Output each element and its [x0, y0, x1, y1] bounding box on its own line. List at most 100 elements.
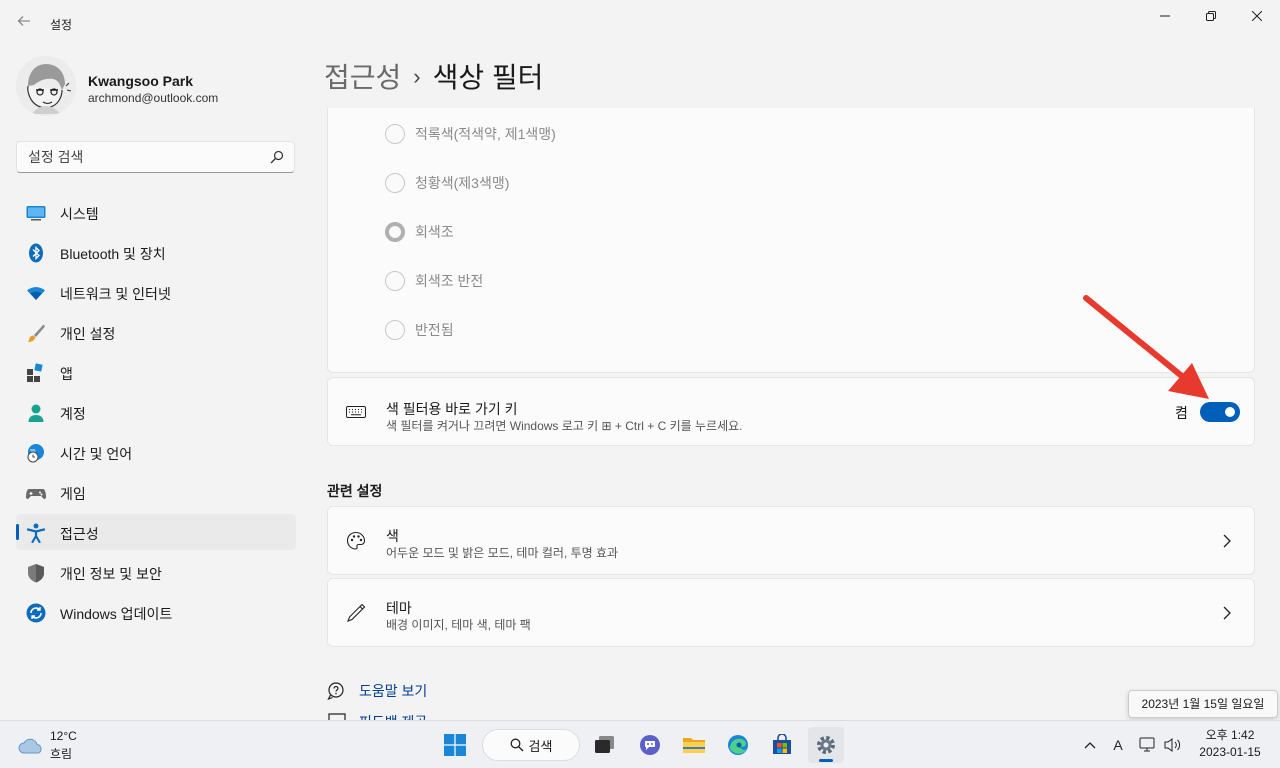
filter-option-blue-yellow[interactable]: 청황색(제3색맹)	[385, 172, 509, 194]
update-icon	[26, 603, 46, 623]
task-view-button[interactable]	[587, 727, 623, 763]
start-button[interactable]	[437, 727, 473, 763]
filter-option-inverted[interactable]: 반전됨	[385, 319, 454, 341]
taskbar-search-label: 검색	[528, 738, 553, 754]
globe-clock-icon	[27, 444, 44, 463]
radio-button[interactable]	[385, 271, 405, 291]
related-item-subtitle: 배경 이미지, 테마 색, 테마 팩	[386, 618, 531, 632]
chat-button[interactable]	[632, 727, 668, 763]
restore-button[interactable]	[1188, 0, 1234, 32]
taskbar-clock[interactable]: 오후 1:42 2023-01-15	[1194, 727, 1266, 761]
gear-icon	[817, 736, 835, 754]
settings-taskbar-button[interactable]	[808, 727, 844, 763]
speaker-icon	[1164, 738, 1181, 752]
sidebar-item-privacy[interactable]: 개인 정보 및 보안	[16, 554, 296, 590]
sidebar-item-network[interactable]: 네트워크 및 인터넷	[16, 274, 296, 310]
breadcrumb-parent[interactable]: 접근성	[324, 62, 401, 93]
filter-option-grayscale[interactable]: 회색조	[385, 221, 454, 243]
weather-temp: 12°C	[50, 729, 77, 743]
get-help-link[interactable]: 도움말 보기	[327, 681, 427, 701]
back-button[interactable]	[14, 14, 34, 34]
get-help-label: 도움말 보기	[359, 683, 428, 699]
shortcut-toggle[interactable]	[1200, 402, 1240, 422]
radio-button-selected[interactable]	[385, 222, 405, 242]
sidebar-item-label: 계정	[60, 406, 86, 422]
breadcrumb-separator: ›	[413, 64, 421, 89]
radio-button[interactable]	[385, 124, 405, 144]
brush-icon	[28, 324, 45, 342]
folder-icon	[683, 738, 705, 753]
ime-indicator[interactable]: A	[1108, 735, 1128, 755]
sidebar-item-apps[interactable]: 앱	[16, 354, 296, 390]
sidebar-item-label: 네트워크 및 인터넷	[60, 286, 171, 302]
radio-button[interactable]	[385, 320, 405, 340]
sidebar-item-bluetooth[interactable]: Bluetooth 및 장치	[16, 234, 296, 270]
accessibility-icon	[26, 523, 46, 543]
pen-icon	[347, 603, 366, 622]
back-arrow-icon	[17, 16, 30, 26]
sidebar-item-accounts[interactable]: 계정	[16, 394, 296, 430]
edge-browser-icon	[728, 735, 748, 755]
store-button[interactable]	[764, 727, 800, 763]
shield-icon	[28, 564, 44, 583]
date-tooltip: 2023년 1월 15일 일요일	[1128, 690, 1278, 718]
app-title: 설정	[50, 18, 73, 32]
restore-icon	[1206, 11, 1216, 21]
network-status-button[interactable]	[1138, 735, 1158, 755]
related-item-theme[interactable]: 테마 배경 이미지, 테마 색, 테마 팩	[327, 578, 1255, 647]
cloud-icon	[18, 738, 42, 754]
palette-icon	[346, 531, 366, 550]
volume-button[interactable]	[1163, 735, 1183, 755]
chevron-up-icon	[1084, 742, 1096, 749]
title-bar: 설정	[0, 0, 1280, 46]
radio-button[interactable]	[385, 173, 405, 193]
show-hidden-icons-button[interactable]	[1080, 735, 1100, 755]
avatar[interactable]	[16, 56, 76, 116]
sidebar-nav: 시스템 Bluetooth 및 장치 네트워크 및 인터넷 개인 설정 앱 계정…	[16, 194, 296, 634]
close-button[interactable]	[1234, 0, 1280, 32]
filter-option-label: 반전됨	[415, 322, 454, 338]
minimize-button[interactable]	[1142, 0, 1188, 32]
sidebar-item-label: 시스템	[60, 206, 99, 222]
teams-chat-icon	[640, 735, 660, 755]
sidebar-item-windows-update[interactable]: Windows 업데이트	[16, 594, 296, 630]
taskbar-search[interactable]: 검색	[482, 729, 580, 761]
sidebar-item-personalization[interactable]: 개인 설정	[16, 314, 296, 350]
settings-search-input[interactable]	[17, 142, 257, 172]
file-explorer-button[interactable]	[676, 727, 712, 763]
sidebar-item-system[interactable]: 시스템	[16, 194, 296, 230]
related-item-color[interactable]: 색 어두운 모드 및 밝은 모드, 테마 컬러, 투명 효과	[327, 506, 1255, 575]
system-monitor-icon	[26, 206, 46, 221]
sidebar-item-time-language[interactable]: 시간 및 언어	[16, 434, 296, 470]
sidebar-item-label: 시간 및 언어	[60, 446, 133, 462]
help-chat-icon	[327, 682, 344, 701]
avatar-illustration-icon	[16, 56, 76, 116]
shortcut-description: 색 필터를 켜거나 끄려면 Windows 로고 키 ⊞ + Ctrl + C …	[386, 419, 743, 433]
feedback-icon	[328, 713, 346, 720]
clock-time: 오후 1:42	[1205, 728, 1255, 742]
sidebar-item-label: 접근성	[60, 526, 99, 542]
filter-option-label: 회색조 반전	[415, 273, 484, 289]
related-item-subtitle: 어두운 모드 및 밝은 모드, 테마 컬러, 투명 효과	[386, 546, 619, 560]
user-name: Kwangsoo Park	[88, 73, 194, 89]
bluetooth-icon	[29, 243, 43, 263]
search-icon	[510, 738, 524, 752]
toggle-state-label: 켬	[1175, 405, 1188, 421]
task-view-icon	[595, 736, 614, 753]
sidebar-item-accessibility[interactable]: 접근성	[16, 514, 296, 550]
sidebar-item-gaming[interactable]: 게임	[16, 474, 296, 510]
chevron-right-icon	[1223, 534, 1231, 548]
gamepad-icon	[26, 489, 46, 500]
give-feedback-link[interactable]: 피드백 제공	[327, 712, 427, 720]
settings-search-box[interactable]	[16, 141, 295, 173]
page-title: 색상 필터	[432, 62, 544, 93]
ethernet-icon	[1139, 737, 1155, 752]
edge-button[interactable]	[720, 727, 756, 763]
shortcut-title: 색 필터용 바로 가기 키	[386, 401, 518, 417]
search-icon[interactable]	[270, 150, 284, 164]
related-item-title: 색	[386, 528, 399, 544]
filter-option-red-green[interactable]: 적록색(적색약, 제1색맹)	[385, 123, 556, 145]
give-feedback-label: 피드백 제공	[359, 712, 427, 720]
filter-option-grayscale-inverted[interactable]: 회색조 반전	[385, 270, 483, 292]
user-email: archmond@outlook.com	[88, 91, 219, 105]
